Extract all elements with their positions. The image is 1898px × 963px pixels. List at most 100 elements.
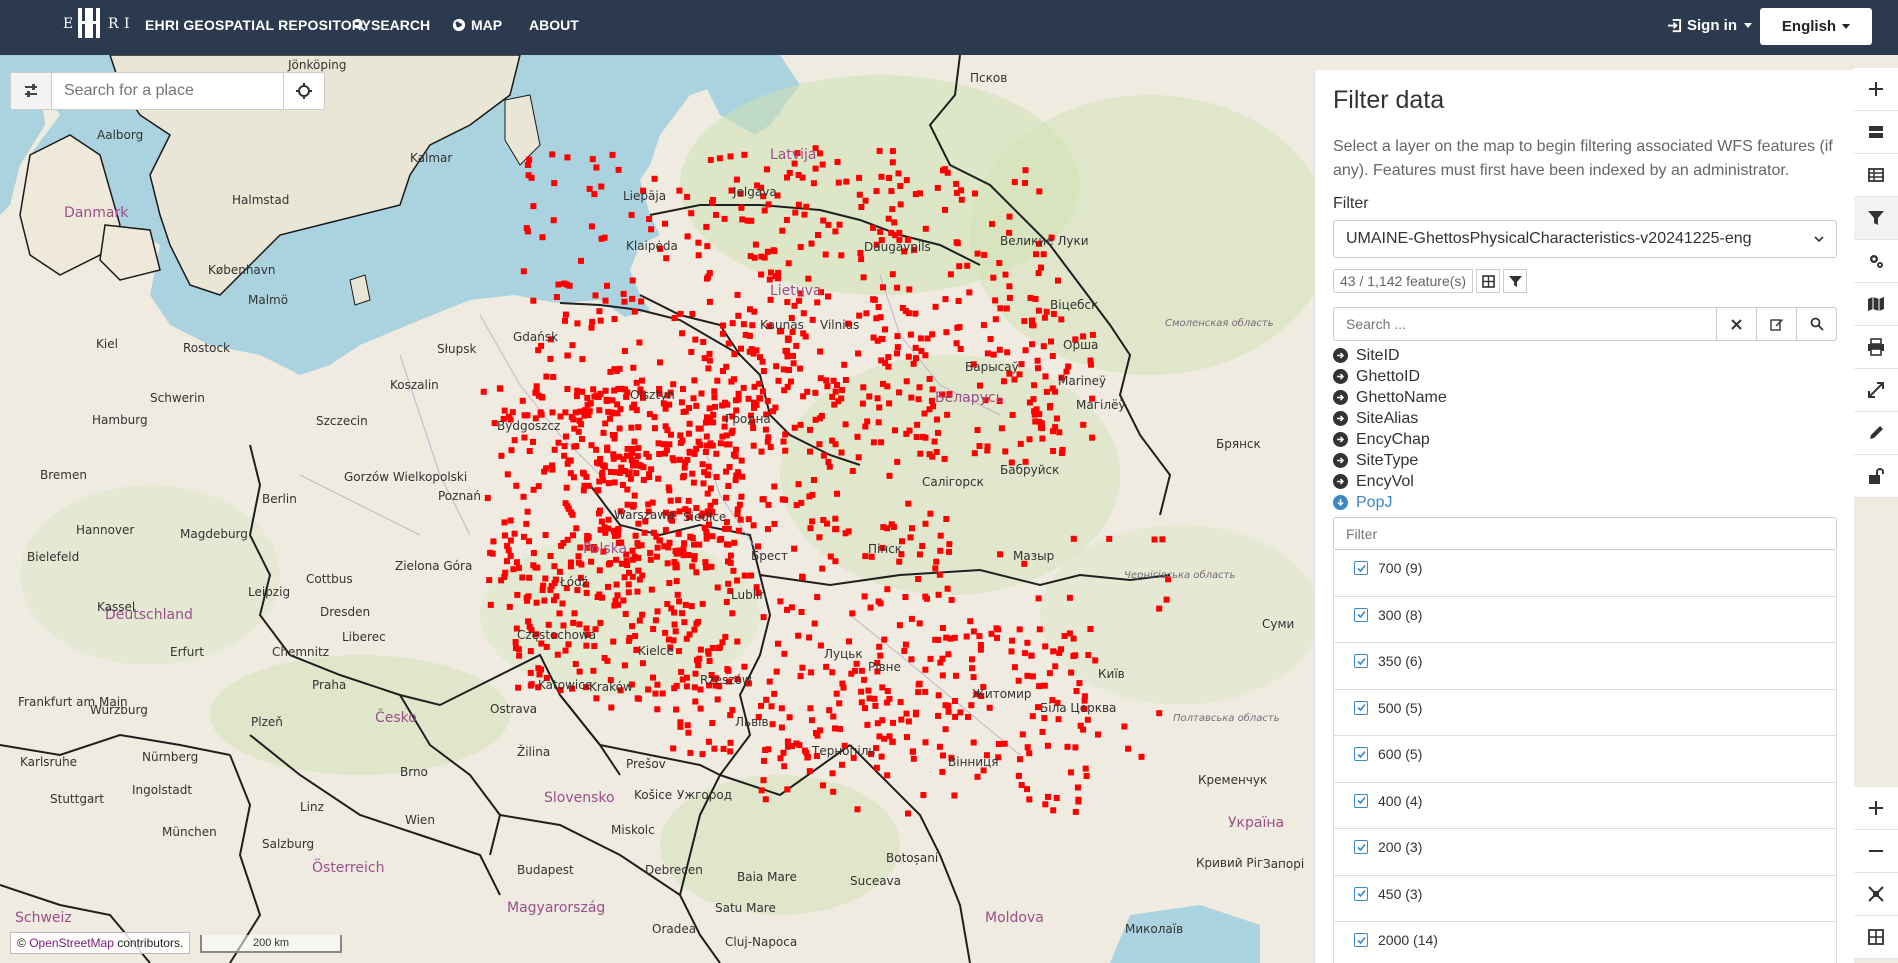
- ghetto-marker[interactable]: [1156, 710, 1163, 717]
- ghetto-marker[interactable]: [675, 530, 682, 537]
- ghetto-marker[interactable]: [1042, 801, 1049, 808]
- ghetto-marker[interactable]: [944, 411, 951, 418]
- ghetto-marker[interactable]: [952, 713, 959, 720]
- ghetto-marker[interactable]: [700, 480, 707, 487]
- ghetto-marker[interactable]: [487, 601, 494, 608]
- ghetto-marker[interactable]: [1068, 769, 1074, 776]
- ghetto-marker[interactable]: [858, 667, 865, 674]
- ghetto-marker[interactable]: [917, 450, 924, 457]
- ghetto-marker[interactable]: [931, 438, 938, 445]
- ghetto-marker[interactable]: [812, 389, 819, 396]
- ghetto-marker[interactable]: [640, 464, 647, 471]
- ghetto-marker[interactable]: [1061, 633, 1068, 639]
- ghetto-marker[interactable]: [501, 532, 508, 539]
- ghetto-marker[interactable]: [631, 438, 638, 445]
- ghetto-marker[interactable]: [921, 410, 928, 417]
- ghetto-marker[interactable]: [880, 380, 886, 387]
- ghetto-marker[interactable]: [829, 393, 836, 400]
- ghetto-marker[interactable]: [621, 574, 628, 581]
- ghetto-marker[interactable]: [683, 674, 690, 681]
- ghetto-marker[interactable]: [799, 174, 806, 181]
- ghetto-marker[interactable]: [1008, 648, 1015, 655]
- ghetto-marker[interactable]: [954, 240, 961, 247]
- ghetto-marker[interactable]: [875, 304, 882, 310]
- ghetto-marker[interactable]: [575, 553, 582, 560]
- ghetto-marker[interactable]: [655, 440, 662, 447]
- ghetto-marker[interactable]: [882, 360, 889, 366]
- ghetto-marker[interactable]: [784, 738, 791, 745]
- ghetto-marker[interactable]: [777, 598, 784, 605]
- ghetto-marker[interactable]: [792, 209, 799, 216]
- ghetto-marker[interactable]: [1036, 188, 1043, 195]
- ghetto-marker[interactable]: [1022, 180, 1028, 186]
- ghetto-marker[interactable]: [977, 642, 984, 648]
- checkbox-checked-icon[interactable]: [1354, 793, 1368, 808]
- nav-about[interactable]: ABOUT: [529, 17, 579, 33]
- ghetto-marker[interactable]: [667, 497, 674, 504]
- value-item[interactable]: 200 (3): [1334, 829, 1836, 876]
- ghetto-marker[interactable]: [749, 322, 756, 329]
- ghetto-marker[interactable]: [795, 481, 802, 488]
- ghetto-marker[interactable]: [727, 712, 734, 719]
- ghetto-marker[interactable]: [629, 623, 636, 630]
- checkbox-checked-icon[interactable]: [1354, 933, 1368, 947]
- ghetto-marker[interactable]: [724, 401, 731, 408]
- ghetto-marker[interactable]: [905, 718, 912, 725]
- ghetto-marker[interactable]: [731, 351, 738, 358]
- ghetto-marker[interactable]: [939, 768, 946, 775]
- ghetto-marker[interactable]: [799, 574, 806, 581]
- ghetto-marker[interactable]: [1015, 772, 1022, 779]
- ghetto-marker[interactable]: [768, 703, 775, 710]
- ghetto-marker[interactable]: [611, 529, 618, 536]
- ghetto-marker[interactable]: [945, 702, 952, 709]
- ghetto-marker[interactable]: [584, 533, 591, 539]
- sign-in-dropdown[interactable]: Sign in: [1667, 17, 1752, 34]
- ghetto-marker[interactable]: [750, 442, 757, 449]
- ghetto-marker[interactable]: [714, 377, 721, 384]
- ghetto-marker[interactable]: [705, 650, 712, 657]
- ghetto-marker[interactable]: [652, 617, 659, 624]
- ghetto-marker[interactable]: [922, 434, 929, 441]
- ghetto-marker[interactable]: [659, 690, 666, 697]
- ghetto-marker[interactable]: [725, 483, 732, 489]
- ghetto-marker[interactable]: [710, 411, 717, 418]
- ghetto-marker[interactable]: [591, 191, 598, 198]
- ghetto-marker[interactable]: [609, 432, 616, 438]
- ghetto-marker[interactable]: [826, 707, 833, 714]
- ghetto-marker[interactable]: [775, 269, 782, 276]
- ghetto-marker[interactable]: [951, 634, 958, 641]
- ghetto-marker[interactable]: [758, 271, 765, 278]
- ghetto-marker[interactable]: [562, 317, 568, 324]
- ghetto-marker[interactable]: [908, 394, 915, 401]
- ghetto-marker[interactable]: [803, 203, 810, 210]
- ghetto-marker[interactable]: [992, 316, 999, 323]
- ghetto-marker[interactable]: [695, 252, 702, 259]
- ghetto-marker[interactable]: [621, 298, 628, 305]
- ghetto-marker[interactable]: [620, 290, 627, 297]
- ghetto-marker[interactable]: [777, 755, 784, 762]
- ghetto-marker[interactable]: [1043, 388, 1050, 395]
- ghetto-marker[interactable]: [729, 320, 736, 327]
- ghetto-marker[interactable]: [655, 475, 662, 482]
- ghetto-marker[interactable]: [737, 516, 744, 523]
- ghetto-marker[interactable]: [589, 318, 596, 325]
- ghetto-marker[interactable]: [1072, 744, 1079, 751]
- ghetto-marker[interactable]: [886, 472, 893, 479]
- ghetto-marker[interactable]: [758, 787, 765, 794]
- ghetto-marker[interactable]: [995, 626, 1002, 633]
- ghetto-marker[interactable]: [1076, 680, 1083, 687]
- ghetto-marker[interactable]: [897, 699, 904, 706]
- ghetto-marker[interactable]: [672, 564, 679, 571]
- field-item-active[interactable]: PopJ: [1333, 492, 1836, 513]
- ghetto-marker[interactable]: [1052, 388, 1058, 395]
- ghetto-marker[interactable]: [536, 671, 543, 678]
- ghetto-marker[interactable]: [738, 457, 745, 464]
- ghetto-marker[interactable]: [1002, 448, 1009, 455]
- ghetto-marker[interactable]: [1036, 626, 1043, 633]
- ghetto-marker[interactable]: [816, 534, 823, 541]
- ghetto-marker[interactable]: [666, 580, 673, 586]
- ghetto-marker[interactable]: [568, 559, 574, 566]
- ghetto-marker[interactable]: [752, 241, 759, 248]
- ghetto-marker[interactable]: [915, 576, 922, 582]
- ghetto-marker[interactable]: [1055, 277, 1061, 284]
